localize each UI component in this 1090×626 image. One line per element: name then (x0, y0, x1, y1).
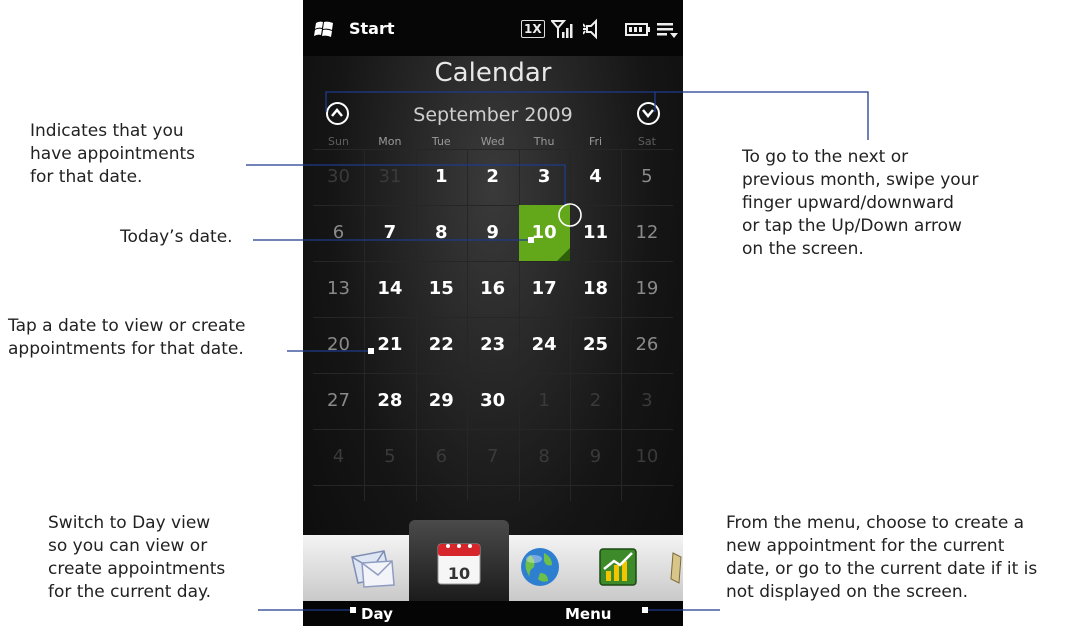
date-cell[interactable]: 10 (621, 429, 672, 485)
day-softkey[interactable]: Day (361, 605, 393, 623)
date-cell[interactable]: 19 (621, 261, 672, 317)
callout-appointments: Indicates that you have appointments for… (30, 120, 250, 189)
date-cell[interactable]: 13 (313, 261, 364, 317)
callout-line: new appointment for the current (726, 536, 1005, 556)
tab-calendar-active[interactable]: 10 (409, 520, 509, 602)
callout-line: not displayed on the screen. (726, 582, 969, 602)
callout-line: Indicates that you (30, 121, 184, 141)
weekday-header: Wed (480, 135, 505, 148)
date-cell[interactable]: 6 (313, 205, 364, 261)
callout-line: From the menu, choose to create a (726, 513, 1025, 533)
month-label: September 2009 (413, 104, 573, 126)
callout-line: Switch to Day view (48, 513, 211, 533)
calendar-title: Calendar (434, 58, 552, 88)
callout-next-month: To go to the next or previous month, swi… (742, 146, 978, 261)
start-label[interactable]: Start (349, 19, 395, 38)
callout-menu: From the menu, choose to create a new ap… (726, 512, 1037, 604)
date-cell-today[interactable]: 10 (518, 205, 570, 261)
date-cell[interactable]: 24 (519, 317, 570, 373)
calendar-grid: Sun Mon Tue Wed Thu Fri Sat 30 31 1 2 3 4 5 6 7 8 9 10 11 12… (313, 135, 673, 501)
date-cell[interactable]: 2 (570, 373, 621, 429)
signal-icon (551, 20, 573, 38)
date-cell[interactable]: 15 (416, 261, 467, 317)
date-cell[interactable]: 30 (467, 373, 518, 429)
callout-tap-date: Tap a date to view or create appointment… (8, 315, 246, 361)
date-cell[interactable]: 9 (467, 205, 518, 261)
date-cell[interactable]: 5 (364, 429, 415, 485)
speaker-icon (583, 18, 597, 40)
date-cell[interactable]: 11 (570, 205, 621, 261)
date-cell[interactable]: 28 (364, 373, 415, 429)
next-month-button[interactable] (637, 102, 660, 125)
callout-line: or tap the Up/Down arrow (742, 216, 962, 236)
mail-icon[interactable] (348, 547, 398, 591)
more-icon[interactable] (669, 549, 683, 585)
callout-line: Tap a date to view or create (8, 316, 246, 336)
internet-globe-icon[interactable] (518, 545, 562, 589)
date-cell[interactable]: 17 (519, 261, 570, 317)
callout-line: To go to the next or (742, 147, 909, 167)
date-cell[interactable]: 23 (467, 317, 518, 373)
weekday-header: Mon (378, 135, 402, 148)
date-cell[interactable]: 9 (570, 429, 621, 485)
calendar-icon-date: 10 (447, 564, 471, 583)
date-cell[interactable]: 27 (313, 373, 364, 429)
callout-line: Today’s date. (120, 227, 233, 247)
weekday-header: Sat (637, 135, 656, 148)
date-cell[interactable]: 3 (621, 373, 672, 429)
callout-line: on the screen. (742, 239, 864, 259)
date-cell[interactable]: 20 (313, 317, 364, 373)
callout-line: appointments for that date. (8, 339, 244, 359)
date-cell[interactable]: 1 (519, 373, 570, 429)
date-cell[interactable]: 7 (467, 429, 518, 485)
date-cell[interactable]: 8 (416, 205, 467, 261)
date-cell[interactable]: 1 (416, 149, 467, 205)
appointment-indicator (556, 248, 570, 261)
date-cell[interactable]: 4 (570, 149, 621, 205)
weekday-header: Tue (431, 135, 451, 148)
date-cell[interactable]: 2 (467, 149, 518, 205)
weekday-header: Sun (328, 135, 349, 148)
network-1x-icon: 1X (521, 20, 545, 38)
callout-line: for that date. (30, 167, 143, 187)
date-cell[interactable]: 3 (519, 149, 570, 205)
date-cell[interactable]: 5 (621, 149, 672, 205)
menu-softkey[interactable]: Menu (565, 605, 611, 623)
callout-day-view: Switch to Day view so you can view or cr… (48, 512, 225, 604)
windows-logo-icon[interactable] (314, 21, 334, 37)
weekday-header: Fri (588, 135, 603, 148)
callout-line: have appointments (30, 144, 195, 164)
date-cell[interactable]: 31 (364, 149, 415, 205)
phone-screen: Start 1X Calendar September 2009 Sun Mon… (303, 0, 683, 626)
date-cell[interactable]: 12 (621, 205, 672, 261)
task-menu-icon[interactable] (655, 18, 679, 40)
date-cell[interactable]: 4 (313, 429, 364, 485)
date-cell[interactable]: 6 (416, 429, 467, 485)
chevron-down-icon (642, 109, 654, 118)
date-cell[interactable]: 16 (467, 261, 518, 317)
battery-icon (625, 23, 650, 36)
date-cell[interactable]: 29 (416, 373, 467, 429)
date-cell[interactable]: 30 (313, 149, 364, 205)
grid-divider (313, 485, 673, 486)
callout-line: previous month, swipe your (742, 170, 979, 190)
date-cell[interactable]: 14 (364, 261, 415, 317)
date-cell[interactable]: 7 (364, 205, 415, 261)
status-bar: Start 1X (303, 0, 683, 56)
callout-line: create appointments (48, 559, 226, 579)
date-cell[interactable]: 26 (621, 317, 672, 373)
callout-line: so you can view or (48, 536, 208, 556)
softkey-bar: Day Menu (303, 601, 683, 626)
callout-line: for the current day. (48, 582, 212, 602)
stocks-icon[interactable] (598, 547, 638, 587)
date-cell[interactable]: 21 (364, 317, 415, 373)
weekday-header: Thu (533, 135, 555, 148)
callout-line: finger upward/downward (742, 193, 954, 213)
callout-line: date, or go to the current date if it is (726, 559, 1038, 579)
date-cell[interactable]: 25 (570, 317, 621, 373)
date-cell[interactable]: 18 (570, 261, 621, 317)
date-cell[interactable]: 22 (416, 317, 467, 373)
callout-today: Today’s date. (120, 226, 233, 249)
date-cell[interactable]: 8 (519, 429, 570, 485)
